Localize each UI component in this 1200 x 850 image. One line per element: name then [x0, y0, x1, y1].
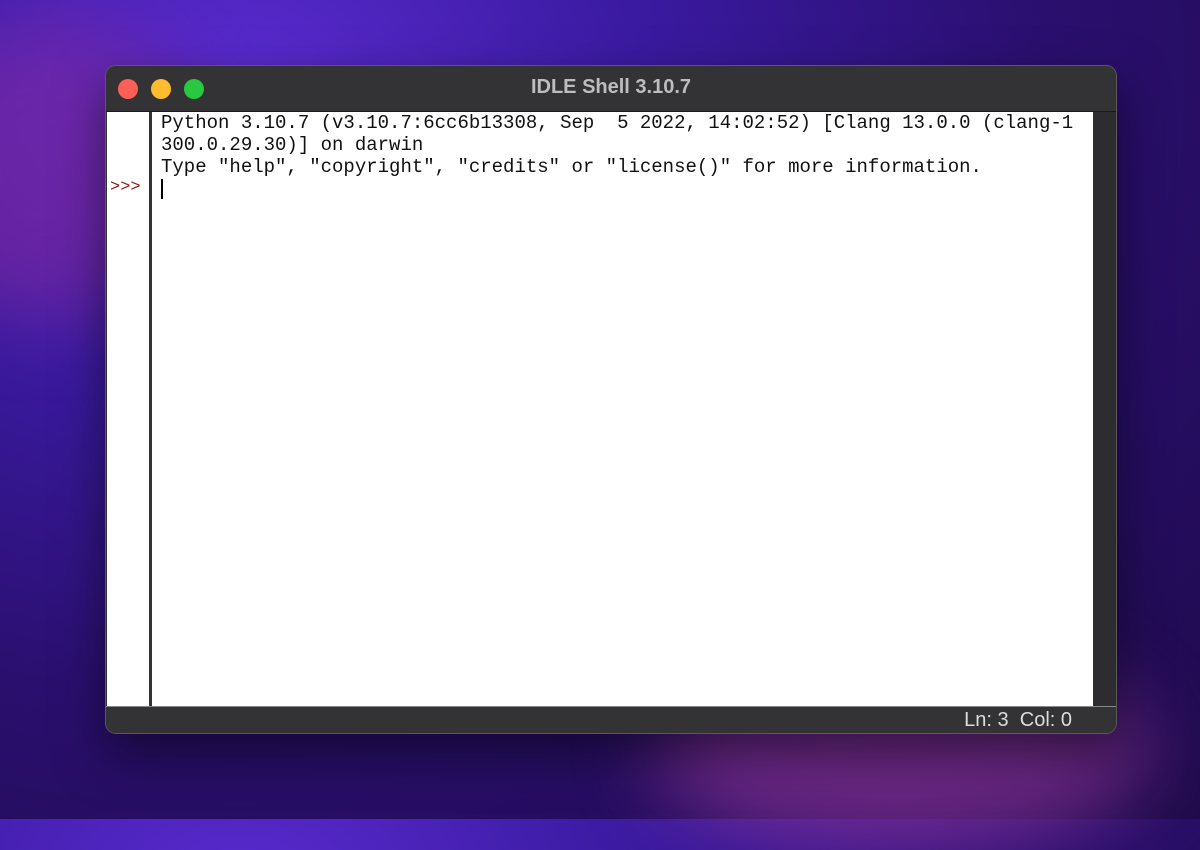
output-line: Type "help", "copyright", "credits" or "…: [161, 156, 1073, 178]
text-cursor: [161, 179, 163, 199]
shell-prompt: >>>: [110, 178, 141, 197]
output-line: 300.0.29.30)] on darwin: [161, 134, 1073, 156]
title-bar[interactable]: IDLE Shell 3.10.7: [106, 66, 1116, 112]
output-line: Python 3.10.7 (v3.10.7:6cc6b13308, Sep 5…: [161, 112, 1073, 134]
idle-shell-window: IDLE Shell 3.10.7 >>> Python 3.10.7 (v3.…: [105, 65, 1117, 734]
vertical-scrollbar[interactable]: [1093, 112, 1116, 708]
window-title: IDLE Shell 3.10.7: [106, 76, 1116, 99]
shell-output: Python 3.10.7 (v3.10.7:6cc6b13308, Sep 5…: [161, 112, 1073, 178]
shell-text-area[interactable]: >>> Python 3.10.7 (v3.10.7:6cc6b13308, S…: [107, 112, 1094, 708]
status-bar: Ln: 3 Col: 0: [106, 706, 1116, 733]
prompt-gutter: >>>: [107, 112, 152, 708]
cursor-position: Ln: 3 Col: 0: [964, 709, 1072, 732]
